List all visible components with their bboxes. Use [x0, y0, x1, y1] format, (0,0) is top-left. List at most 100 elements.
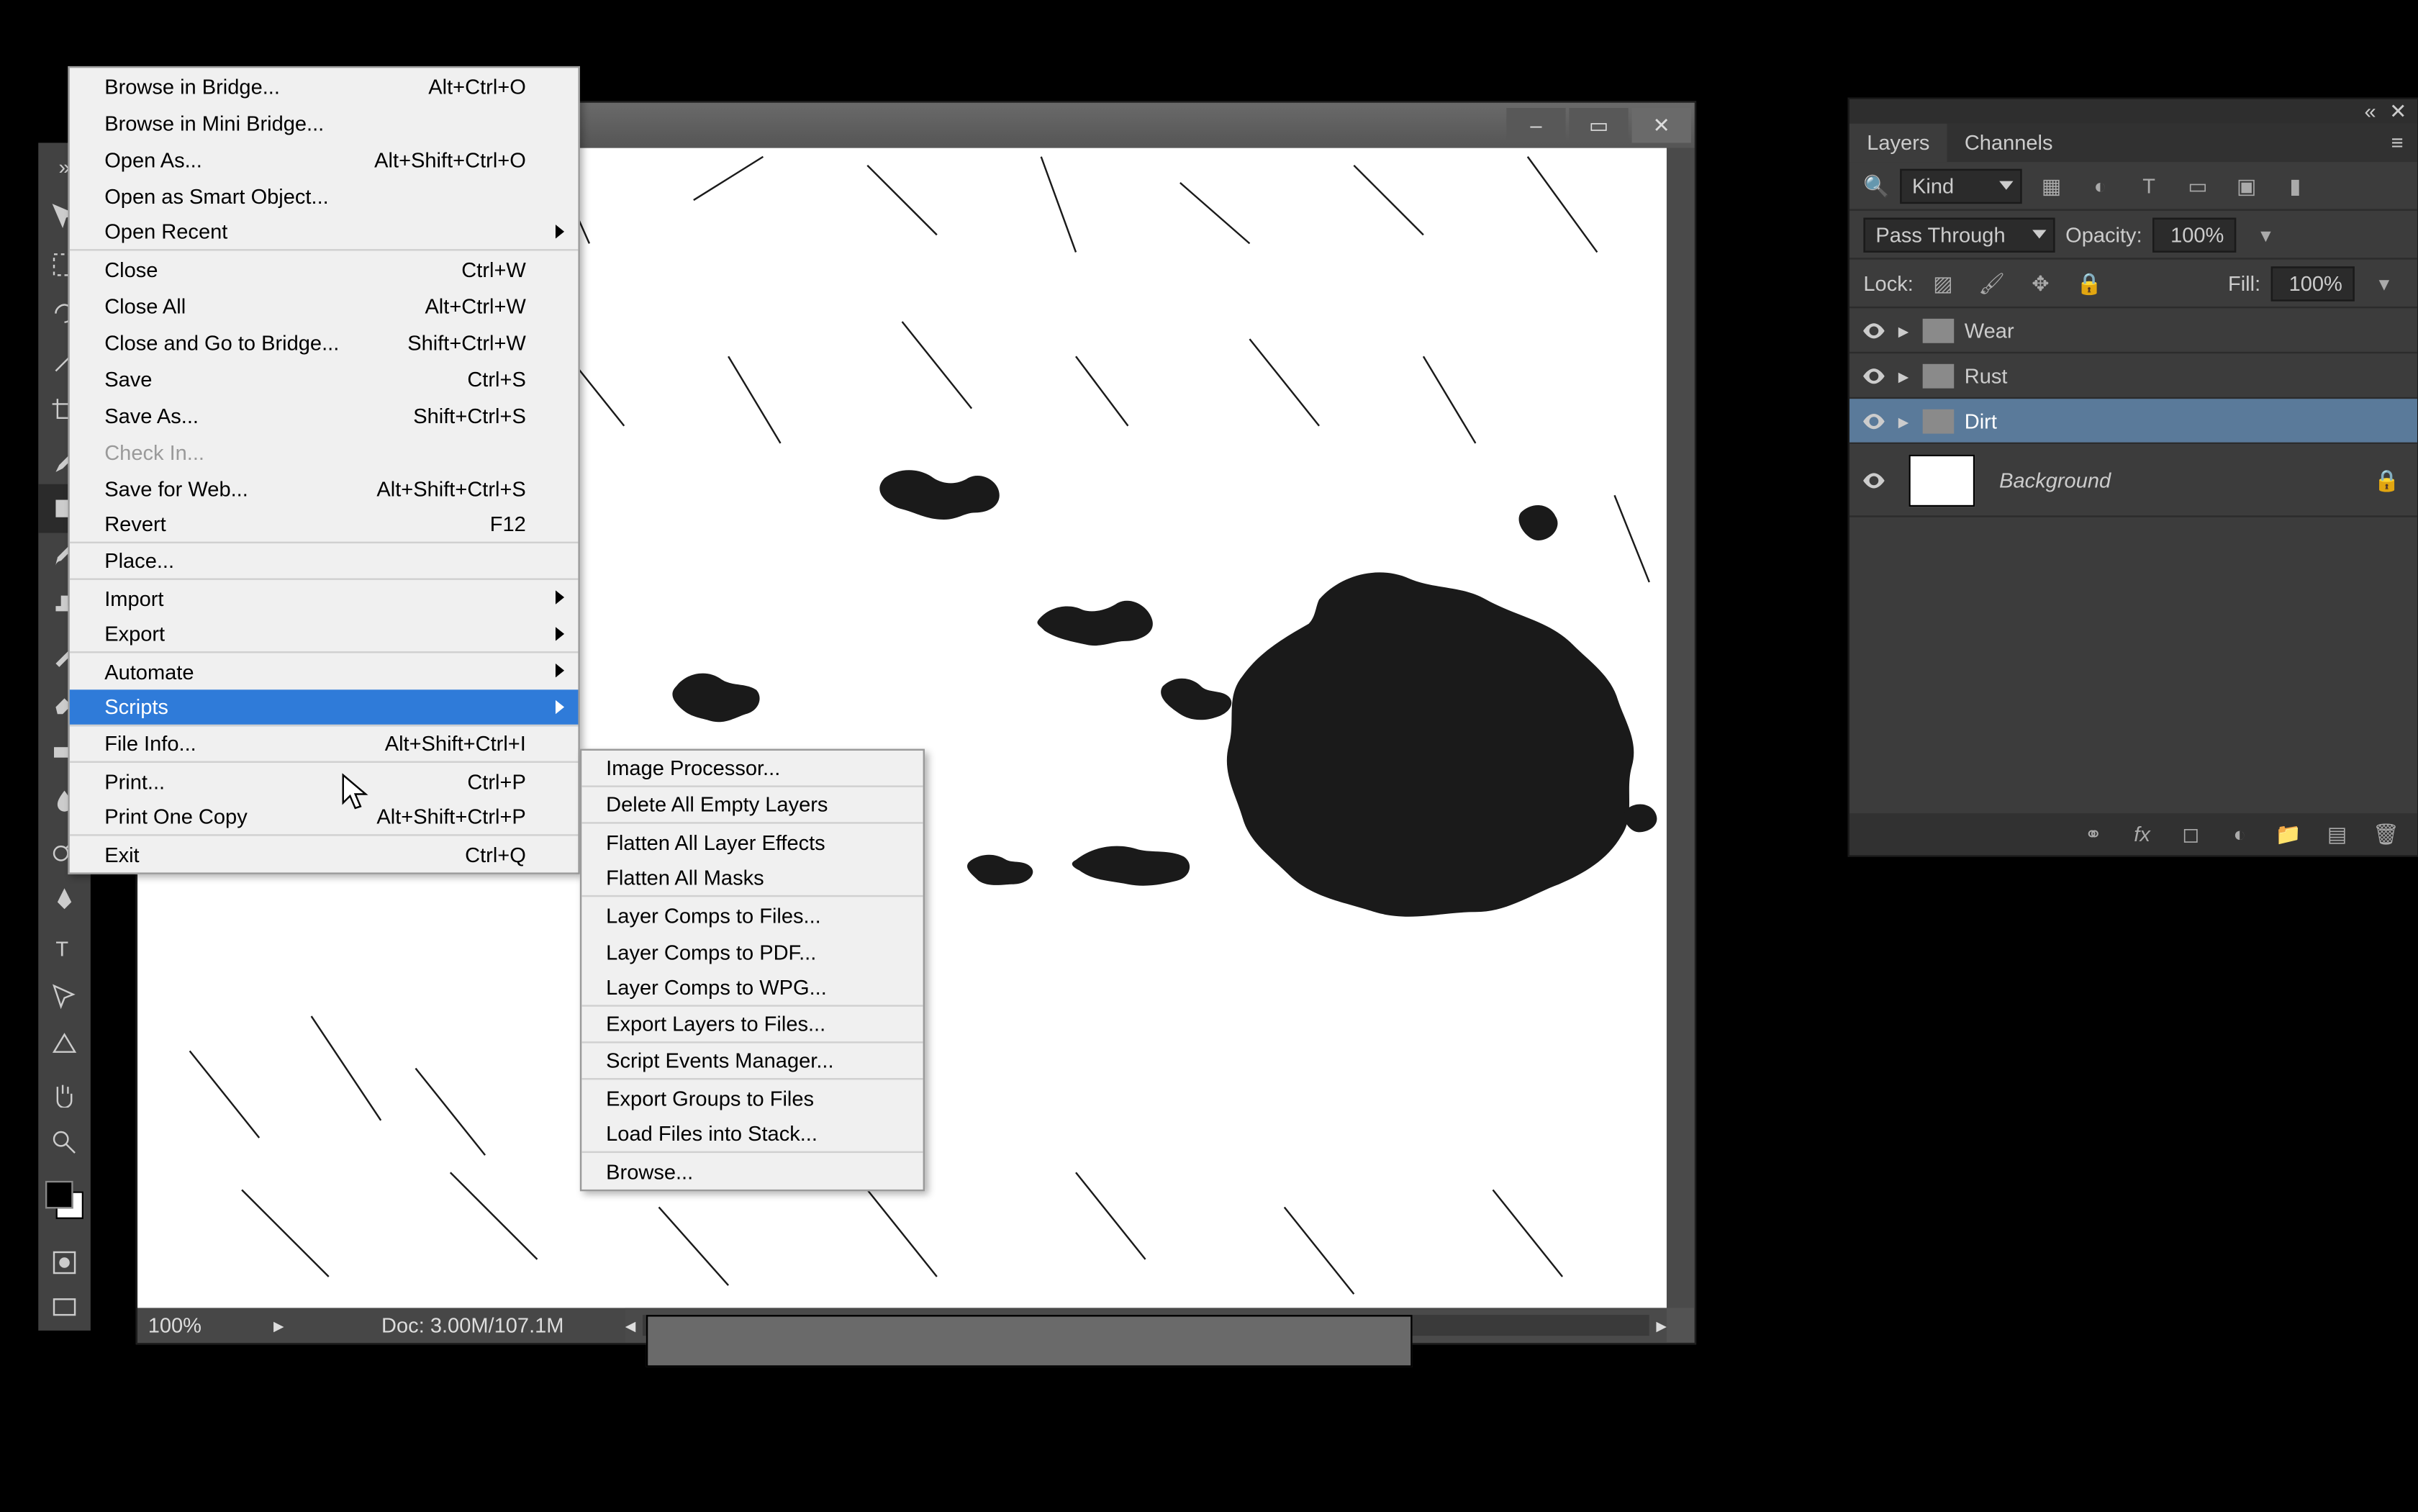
submenu-item-layer-comps-to-wpg[interactable]: Layer Comps to WPG...	[581, 970, 923, 1007]
menu-item-open-recent[interactable]: Open Recent	[70, 214, 579, 251]
submenu-item-delete-all-empty-layers[interactable]: Delete All Empty Layers	[581, 787, 923, 824]
type-tool[interactable]: T	[38, 923, 91, 972]
visibility-toggle-icon[interactable]	[1849, 363, 1898, 388]
lock-all-icon[interactable]: 🔒	[2070, 267, 2109, 299]
menu-shortcut: Ctrl+P	[467, 769, 526, 793]
submenu-item-browse[interactable]: Browse...	[581, 1153, 923, 1190]
scroll-left-arrow[interactable]: ◂	[625, 1313, 636, 1338]
lock-pixels-icon[interactable]: 🖌	[1973, 267, 2011, 299]
layer-row-dirt[interactable]: ▸Dirt	[1849, 399, 2417, 444]
disclosure-arrow-icon[interactable]: ▸	[1898, 408, 1923, 433]
blend-mode-dropdown[interactable]: Pass Through	[1863, 217, 2055, 251]
menu-item-import[interactable]: Import	[70, 580, 579, 617]
panel-menu-icon[interactable]: ≡	[2377, 124, 2417, 162]
statusbar-icon[interactable]: ▸	[273, 1313, 284, 1338]
menu-item-file-info[interactable]: File Info...Alt+Shift+Ctrl+I	[70, 726, 579, 763]
visibility-toggle-icon[interactable]	[1849, 318, 1898, 343]
menu-item-revert[interactable]: RevertF12	[70, 507, 579, 543]
submenu-item-layer-comps-to-pdf[interactable]: Layer Comps to PDF...	[581, 933, 923, 970]
foreground-color-swatch[interactable]	[45, 1181, 73, 1209]
menu-item-print-one-copy[interactable]: Print One CopyAlt+Shift+Ctrl+P	[70, 800, 579, 836]
disclosure-arrow-icon[interactable]: ▸	[1898, 318, 1923, 343]
window-maximize-button[interactable]: ▭	[1569, 108, 1628, 142]
window-minimize-button[interactable]: –	[1506, 108, 1565, 142]
filter-pixel-icon[interactable]: ▦	[2032, 170, 2070, 202]
layer-row-wear[interactable]: ▸Wear	[1849, 308, 2417, 353]
menu-item-browse-in-bridge[interactable]: Browse in Bridge...Alt+Ctrl+O	[70, 68, 579, 104]
link-layers-icon[interactable]: ⚭	[2079, 820, 2107, 848]
layer-fx-icon[interactable]: fx	[2128, 820, 2156, 848]
filter-search-icon[interactable]: 🔍	[1863, 173, 1889, 198]
horizontal-scrollbar[interactable]: ◂ ▸	[625, 1308, 1667, 1342]
submenu-item-script-events-manager[interactable]: Script Events Manager...	[581, 1044, 923, 1080]
menu-item-scripts[interactable]: Scripts	[70, 689, 579, 726]
filter-smart-icon[interactable]: ▣	[2227, 170, 2265, 202]
menu-item-close-all[interactable]: Close AllAlt+Ctrl+W	[70, 287, 579, 324]
visibility-toggle-icon[interactable]	[1849, 408, 1898, 433]
panel-close-icon[interactable]: ✕	[2389, 103, 2406, 120]
vertical-scrollbar[interactable]	[1667, 148, 1695, 1308]
new-layer-icon[interactable]: ▤	[2323, 820, 2351, 848]
menu-item-open-as-smart-object[interactable]: Open as Smart Object...	[70, 178, 579, 214]
layer-row-rust[interactable]: ▸Rust	[1849, 353, 2417, 399]
opacity-value[interactable]: 100%	[2152, 217, 2236, 251]
filter-toggle-icon[interactable]: ▮	[2276, 170, 2314, 202]
disclosure-arrow-icon[interactable]: ▸	[1898, 363, 1923, 388]
scroll-thumb[interactable]	[646, 1315, 1413, 1367]
layer-mask-icon[interactable]: ◻	[2177, 820, 2205, 848]
submenu-item-label: Layer Comps to PDF...	[606, 940, 816, 964]
menu-item-label: Scripts	[104, 695, 168, 720]
submenu-item-flatten-all-masks[interactable]: Flatten All Masks	[581, 860, 923, 897]
fill-arrow-icon[interactable]: ▾	[2365, 267, 2403, 299]
submenu-item-flatten-all-layer-effects[interactable]: Flatten All Layer Effects	[581, 824, 923, 861]
submenu-item-export-layers-to-files[interactable]: Export Layers to Files...	[581, 1007, 923, 1044]
menu-item-place[interactable]: Place...	[70, 543, 579, 580]
menu-item-open-as[interactable]: Open As...Alt+Shift+Ctrl+O	[70, 141, 579, 178]
delete-layer-icon[interactable]: 🗑	[2372, 820, 2400, 848]
lock-transparent-icon[interactable]: ▨	[1924, 267, 1962, 299]
quickmask-toggle[interactable]	[38, 1240, 91, 1285]
filter-type-icon[interactable]: T	[2130, 170, 2168, 202]
menu-item-save-as[interactable]: Save As...Shift+Ctrl+S	[70, 397, 579, 434]
scroll-right-arrow[interactable]: ▸	[1656, 1313, 1667, 1338]
tab-layers[interactable]: Layers	[1849, 124, 1947, 162]
submenu-item-export-groups-to-files[interactable]: Export Groups to Files	[581, 1079, 923, 1116]
menu-item-automate[interactable]: Automate	[70, 653, 579, 690]
screenmode-toggle[interactable]	[38, 1285, 91, 1331]
menu-item-browse-in-mini-bridge[interactable]: Browse in Mini Bridge...	[70, 104, 579, 141]
submenu-item-label: Flatten All Masks	[606, 866, 764, 890]
layer-row-background[interactable]: Background🔒	[1849, 444, 2417, 517]
fill-value[interactable]: 100%	[2271, 266, 2355, 300]
opacity-arrow-icon[interactable]: ▾	[2247, 219, 2285, 250]
color-swatches[interactable]	[38, 1174, 91, 1240]
visibility-toggle-icon[interactable]	[1849, 468, 1898, 492]
menu-item-export[interactable]: Export	[70, 617, 579, 653]
zoom-level[interactable]: 100%	[148, 1313, 246, 1338]
menu-item-close[interactable]: CloseCtrl+W	[70, 250, 579, 287]
layer-group-icon[interactable]: 📁	[2275, 820, 2303, 848]
menu-item-save[interactable]: SaveCtrl+S	[70, 361, 579, 397]
lock-position-icon[interactable]: ✥	[2021, 267, 2060, 299]
path-select-tool[interactable]	[38, 972, 91, 1020]
window-close-button[interactable]: ✕	[1632, 108, 1691, 142]
menu-item-print[interactable]: Print...Ctrl+P	[70, 763, 579, 800]
tab-channels[interactable]: Channels	[1947, 124, 2070, 162]
zoom-tool[interactable]	[38, 1118, 91, 1167]
filter-kind-dropdown[interactable]: Kind	[1900, 168, 2021, 203]
menu-item-save-for-web[interactable]: Save for Web...Alt+Shift+Ctrl+S	[70, 470, 579, 507]
submenu-item-image-processor[interactable]: Image Processor...	[581, 751, 923, 787]
adjustment-layer-icon[interactable]: ◐	[2226, 820, 2254, 848]
submenu-item-layer-comps-to-files[interactable]: Layer Comps to Files...	[581, 897, 923, 933]
shape-tool[interactable]	[38, 1020, 91, 1069]
hand-tool[interactable]	[38, 1069, 91, 1118]
filter-shape-icon[interactable]: ▭	[2178, 170, 2216, 202]
menu-item-close-and-go-to-bridge[interactable]: Close and Go to Bridge...Shift+Ctrl+W	[70, 324, 579, 361]
submenu-item-load-files-into-stack[interactable]: Load Files into Stack...	[581, 1116, 923, 1153]
submenu-item-label: Delete All Empty Layers	[606, 792, 828, 817]
submenu-arrow-icon	[556, 225, 564, 238]
filter-adjust-icon[interactable]: ◐	[2081, 170, 2119, 202]
pen-tool[interactable]	[38, 874, 91, 923]
panel-collapse-icon[interactable]: «	[2362, 103, 2379, 120]
menu-shortcut: Alt+Ctrl+W	[425, 294, 525, 318]
menu-item-exit[interactable]: ExitCtrl+Q	[70, 836, 579, 873]
